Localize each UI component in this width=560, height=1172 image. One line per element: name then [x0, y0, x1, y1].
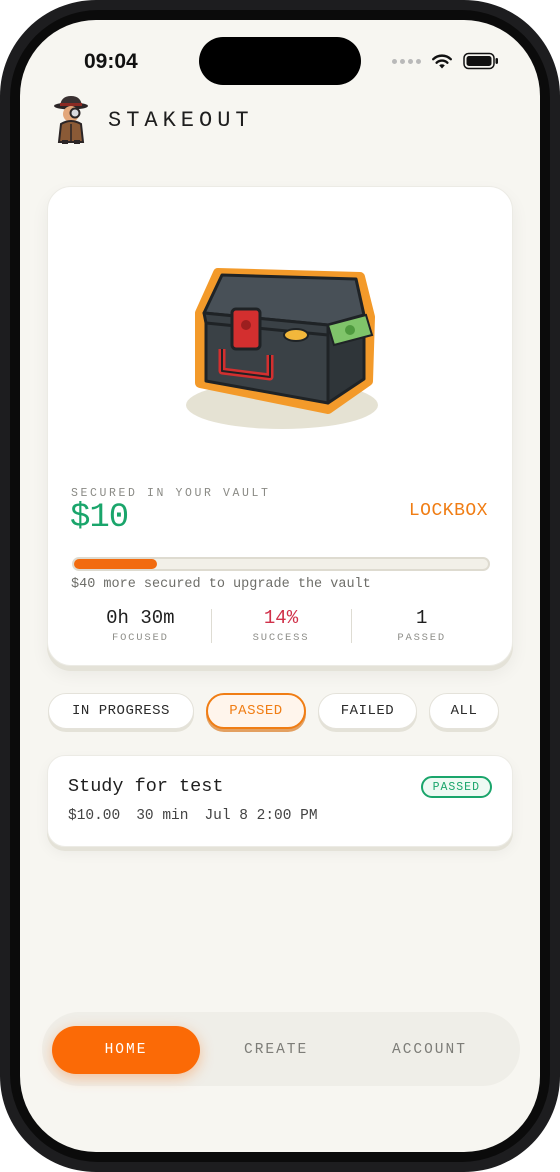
- app-header: STAKEOUT: [52, 96, 254, 144]
- vault-progress-fill: [74, 559, 157, 569]
- task-meta: $10.00 30 min Jul 8 2:00 PM: [68, 808, 318, 824]
- filter-passed[interactable]: PASSED: [206, 693, 306, 729]
- task-title: Study for test: [68, 776, 224, 797]
- vault-progress-hint: $40 more secured to upgrade the vault: [71, 577, 371, 592]
- filter-in-progress[interactable]: IN PROGRESS: [48, 693, 194, 729]
- lockbox-icon: [186, 268, 378, 429]
- nav-account-tab[interactable]: ACCOUNT: [392, 1026, 467, 1074]
- filter-all[interactable]: ALL: [429, 693, 499, 729]
- vault-stats: 0h 30m FOCUSED 14% SUCCESS 1 PASSED: [70, 607, 492, 644]
- wifi-icon: [432, 53, 452, 68]
- detective-logo-icon: [54, 96, 88, 144]
- app-title: STAKEOUT: [108, 107, 254, 133]
- vault-amount: $10: [70, 499, 129, 537]
- stat-focused-label: FOCUSED: [111, 632, 169, 644]
- phone-frame: 09:04 STAKEOUT SECURED IN YOUR VAULT $10…: [0, 0, 560, 1172]
- task-card[interactable]: Study for test PASSED $10.00 30 min Jul …: [47, 755, 513, 847]
- stat-success-label: SUCCESS: [252, 632, 310, 644]
- bottom-nav: HOME CREATE ACCOUNT: [42, 1012, 520, 1086]
- task-filter-bar: IN PROGRESS PASSED FAILED ALL: [48, 693, 499, 729]
- status-icons: [392, 50, 499, 72]
- signal-dots-icon: [392, 58, 421, 64]
- dynamic-island: [199, 37, 361, 85]
- stat-focused-value: 0h 30m: [106, 607, 175, 629]
- task-duration: 30 min: [136, 808, 189, 824]
- stat-passed-value: 1: [415, 607, 428, 629]
- app-screen: 09:04 STAKEOUT SECURED IN YOUR VAULT $10…: [20, 20, 540, 1152]
- task-status-badge: PASSED: [420, 776, 492, 798]
- battery-icon: [463, 52, 498, 70]
- vault-progress-bar: [72, 557, 490, 571]
- status-time: 09:04: [84, 50, 138, 73]
- nav-create-tab[interactable]: CREATE: [244, 1026, 308, 1074]
- vault-card: SECURED IN YOUR VAULT $10 LOCKBOX $40 mo…: [47, 186, 513, 666]
- stat-focused: 0h 30m FOCUSED: [70, 607, 211, 644]
- filter-failed[interactable]: FAILED: [318, 693, 417, 729]
- stat-success-value: 14%: [263, 607, 299, 629]
- vault-tier-label: LOCKBOX: [408, 501, 488, 521]
- stat-success: 14% SUCCESS: [210, 607, 352, 644]
- nav-home-tab[interactable]: HOME: [52, 1026, 200, 1074]
- task-date: Jul 8 2:00 PM: [204, 808, 318, 824]
- task-stake: $10.00: [68, 808, 121, 824]
- stat-passed: 1 PASSED: [351, 607, 492, 644]
- stat-passed-label: PASSED: [397, 632, 446, 644]
